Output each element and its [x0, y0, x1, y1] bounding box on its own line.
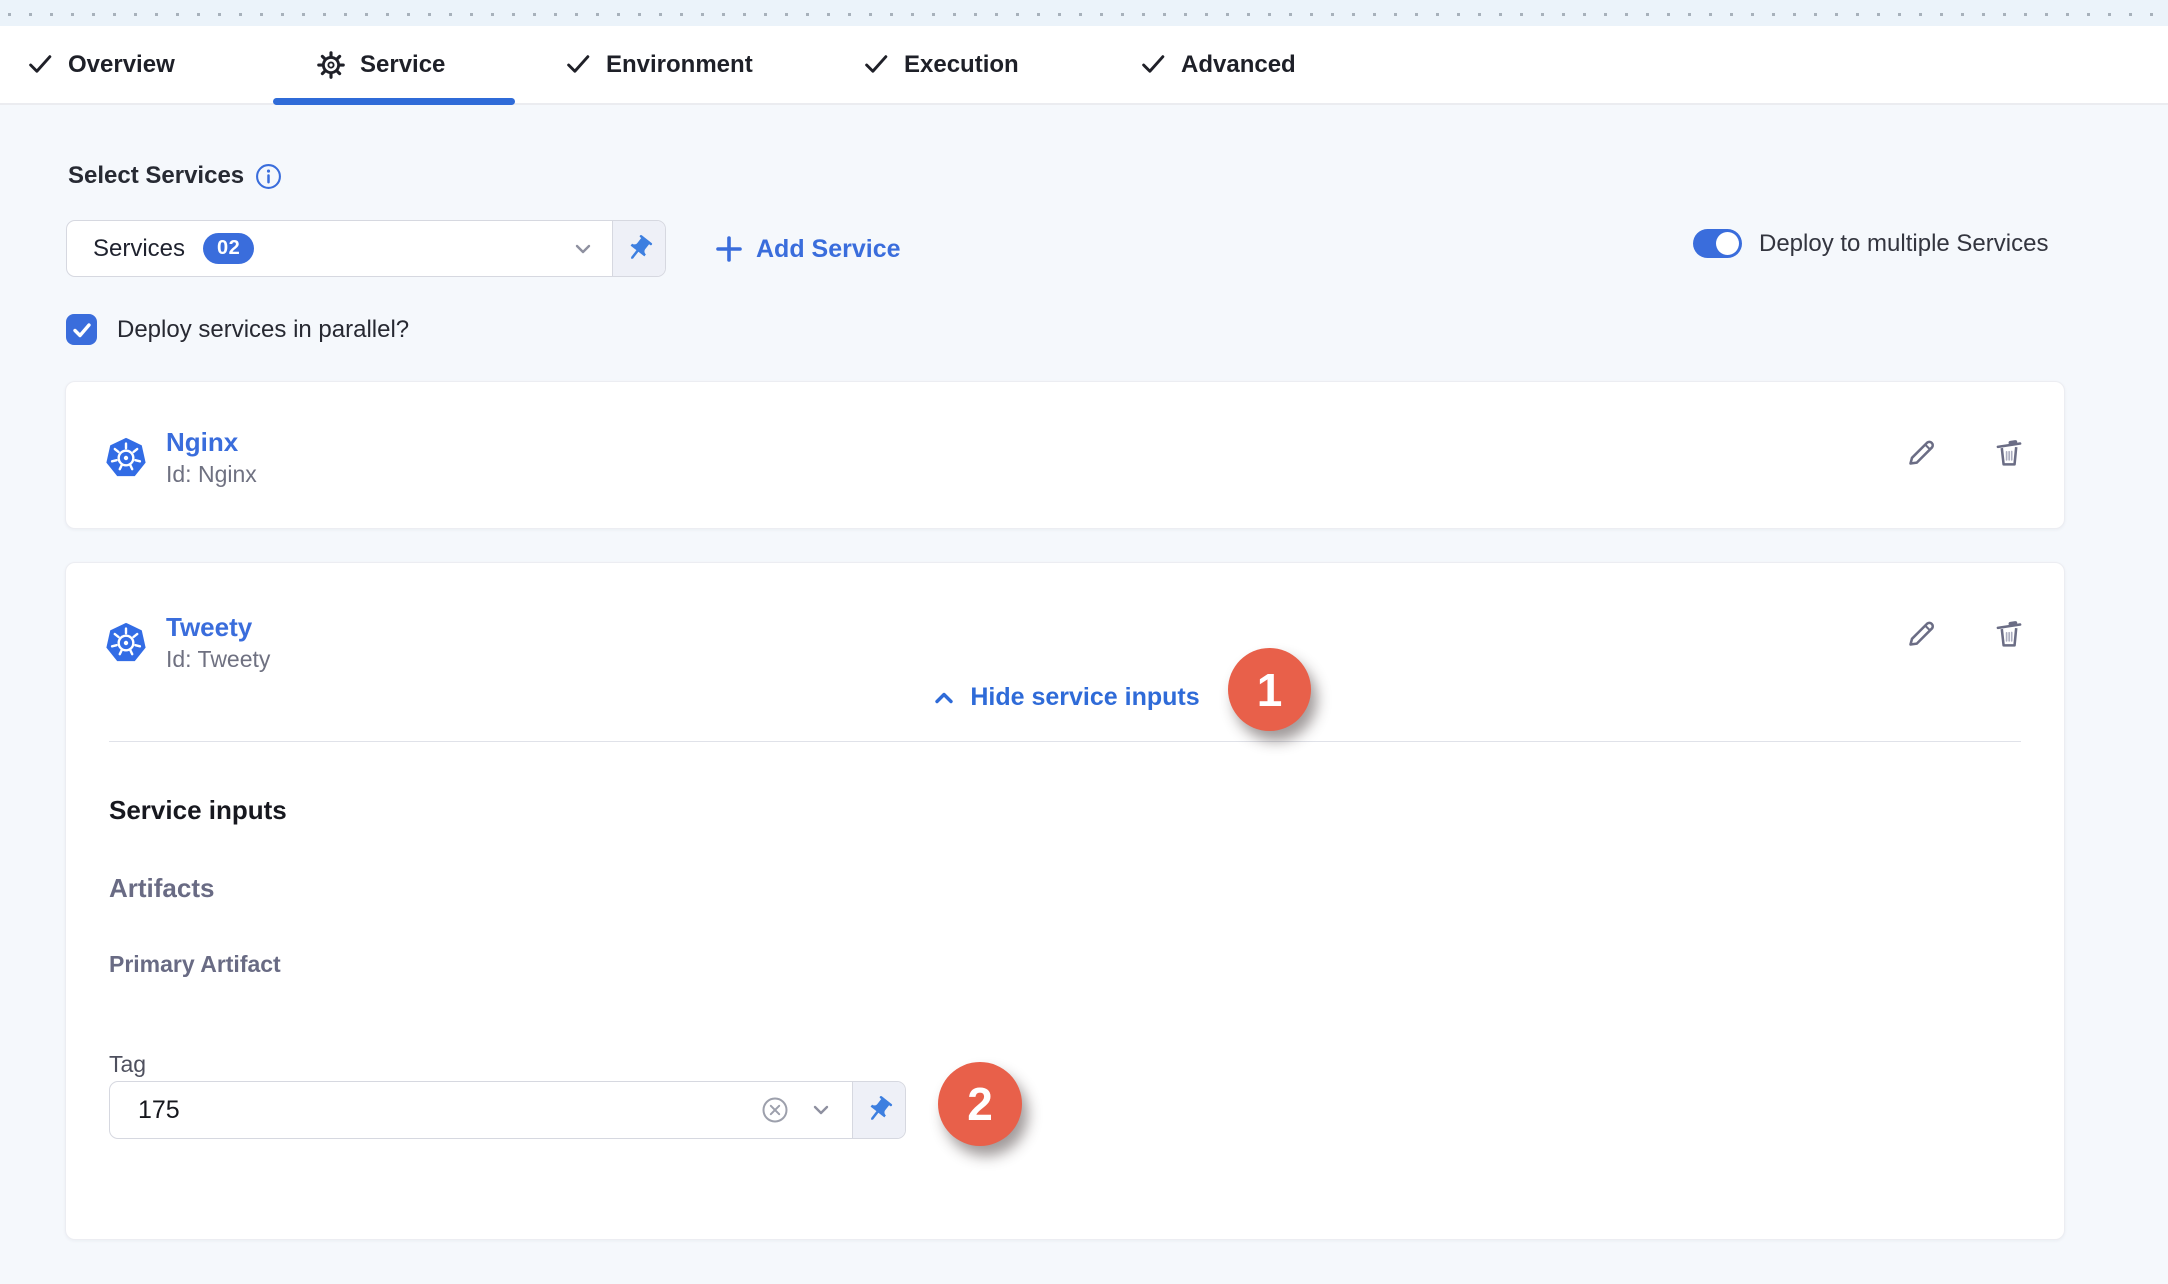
multi-service-toggle-row: Deploy to multiple Services — [1693, 229, 2048, 258]
services-pin-button[interactable] — [612, 221, 665, 276]
add-service-button[interactable]: Add Service — [714, 227, 901, 271]
active-tab-underline — [273, 98, 515, 105]
card-divider — [109, 741, 2021, 742]
deploy-multiple-toggle[interactable] — [1693, 229, 1742, 258]
service-card-nginx: Nginx Id: Nginx — [65, 381, 2065, 529]
tag-input-group — [109, 1081, 906, 1139]
services-dropdown-group: Services 02 — [66, 220, 666, 277]
check-icon — [565, 51, 592, 78]
service-card-titles: Tweety Id: Tweety — [166, 611, 270, 675]
tag-pin-button[interactable] — [852, 1082, 905, 1138]
toggle-knob — [1716, 232, 1739, 255]
chevron-up-icon — [930, 684, 958, 712]
tag-input-controls — [760, 1082, 852, 1138]
tab-execution[interactable]: Execution — [863, 26, 1019, 103]
services-dropdown-value: Services — [93, 235, 185, 263]
tab-label: Environment — [606, 51, 753, 79]
trash-icon[interactable] — [1990, 434, 2028, 472]
dotted-grid-pattern — [8, 13, 2168, 16]
service-config-screen: Overview Service — [0, 0, 2168, 1284]
tab-label: Advanced — [1181, 51, 1296, 79]
tab-advanced[interactable]: Advanced — [1140, 26, 1296, 103]
select-services-text: Select Services — [68, 162, 244, 190]
hide-service-inputs-link[interactable]: Hide service inputs — [66, 683, 2064, 712]
tab-label: Service — [360, 51, 445, 79]
service-card-actions — [1902, 434, 2028, 472]
service-inputs-title: Service inputs — [109, 795, 287, 826]
kubernetes-icon — [104, 426, 148, 490]
pin-icon — [864, 1095, 894, 1125]
deploy-parallel-checkbox[interactable] — [66, 314, 97, 345]
tag-input[interactable] — [110, 1082, 760, 1138]
edit-pencil-icon[interactable] — [1902, 615, 1940, 653]
annotation-badge-1[interactable]: 1 — [1228, 648, 1311, 731]
pipeline-canvas-strip — [0, 0, 2168, 26]
primary-artifact-heading: Primary Artifact — [109, 951, 281, 978]
add-service-label: Add Service — [756, 235, 901, 264]
services-count-badge: 02 — [203, 233, 254, 264]
service-card-tweety: Tweety Id: Tweety — [65, 562, 2065, 1240]
edit-pencil-icon[interactable] — [1902, 434, 1940, 472]
check-icon — [1140, 51, 1167, 78]
deploy-parallel-label: Deploy services in parallel? — [117, 316, 409, 344]
select-services-label: Select Services — [68, 162, 282, 190]
plus-icon — [714, 234, 744, 264]
check-icon — [27, 51, 54, 78]
service-card-header: Tweety Id: Tweety — [104, 611, 270, 675]
hide-service-inputs-label: Hide service inputs — [970, 683, 1199, 712]
pin-icon — [624, 234, 654, 264]
tab-overview[interactable]: Overview — [27, 26, 175, 103]
stage-tabbar: Overview Service — [0, 26, 2168, 105]
tag-label: Tag — [109, 1051, 146, 1078]
tab-service[interactable]: Service — [316, 26, 445, 103]
chevron-down-icon — [570, 236, 596, 262]
parallel-checkbox-row: Deploy services in parallel? — [66, 314, 409, 345]
chevron-down-icon[interactable] — [808, 1097, 834, 1123]
check-icon — [863, 51, 890, 78]
service-card-header: Nginx Id: Nginx — [104, 426, 257, 490]
tab-label: Overview — [68, 51, 175, 79]
service-card-actions — [1902, 615, 2028, 653]
tab-label: Execution — [904, 51, 1019, 79]
info-icon[interactable] — [255, 163, 282, 190]
service-id: Id: Tweety — [166, 644, 270, 675]
service-name-link[interactable]: Nginx — [166, 426, 257, 459]
service-id: Id: Nginx — [166, 459, 257, 490]
tab-environment[interactable]: Environment — [565, 26, 753, 103]
clear-icon[interactable] — [760, 1095, 790, 1125]
service-name-link[interactable]: Tweety — [166, 611, 270, 644]
services-dropdown[interactable]: Services 02 — [67, 221, 612, 276]
checkbox-check-icon — [71, 319, 93, 341]
annotation-badge-2[interactable]: 2 — [938, 1062, 1022, 1146]
artifacts-heading: Artifacts — [109, 873, 214, 904]
kubernetes-icon — [104, 611, 148, 675]
deploy-multiple-label: Deploy to multiple Services — [1759, 230, 2048, 258]
gear-icon — [316, 50, 346, 80]
service-card-titles: Nginx Id: Nginx — [166, 426, 257, 490]
trash-icon[interactable] — [1990, 615, 2028, 653]
